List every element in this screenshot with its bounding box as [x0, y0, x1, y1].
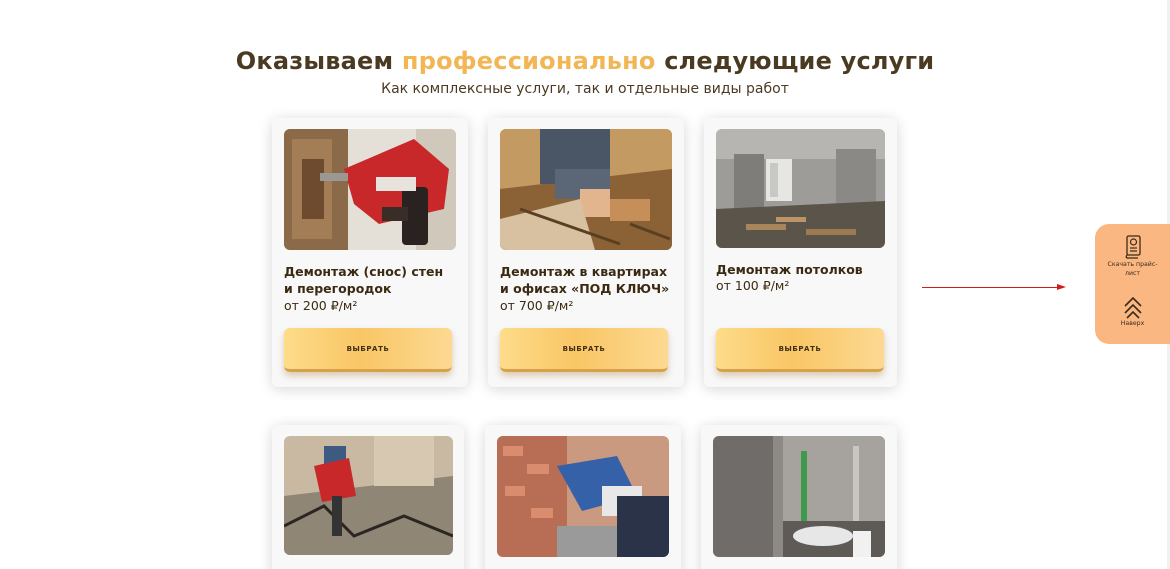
service-price: от 200 ₽/м² [284, 298, 358, 313]
service-card: Демонтаж в квартирах и офисах «ПОД КЛЮЧ»… [488, 118, 684, 387]
service-price: от 700 ₽/м² [500, 298, 574, 313]
scroll-to-top-button[interactable]: Наверх [1095, 295, 1170, 328]
section-subheading: Как комплексные услуги, так и отдельные … [381, 81, 789, 97]
select-button[interactable]: ВЫБРАТЬ [716, 328, 884, 372]
service-title-line1: Демонтаж в квартирах [500, 264, 668, 279]
service-photo-brick-drilling [497, 436, 669, 557]
service-photo-bathroom-demolition [713, 436, 885, 557]
heading-text-end: следующие услуги [664, 47, 935, 75]
heading-accent: профессионально [401, 47, 656, 75]
section-heading: Оказываем профессионально следующие услу… [0, 47, 1170, 75]
heading-text-start: Оказываем [235, 47, 394, 75]
service-card [701, 425, 897, 569]
service-title: Демонтаж в квартирах и офисах «ПОД КЛЮЧ» [500, 263, 678, 297]
scroll-to-top-label: Наверх [1120, 320, 1145, 327]
service-photo-turnkey-demolition [500, 129, 672, 250]
service-card [272, 425, 464, 569]
pointer-arrow-head [1057, 284, 1066, 290]
download-price-list-button[interactable]: Скачать прайс-лист [1095, 234, 1170, 278]
service-title-line1: Демонтаж потолков [716, 262, 863, 277]
select-button[interactable]: ВЫБРАТЬ [500, 328, 668, 372]
service-card [485, 425, 681, 569]
pointer-arrow-line [922, 287, 1060, 288]
service-photo-wall-demolition [284, 129, 456, 250]
service-card: Демонтаж потолков от 100 ₽/м² ВЫБРАТЬ [704, 118, 897, 387]
service-photo-floor-breaking [284, 436, 453, 555]
download-price-list-label: Скачать прайс-лист [1107, 261, 1158, 277]
service-title-line1: Демонтаж (снос) стен [284, 264, 444, 279]
double-chevron-up-icon [1123, 296, 1142, 319]
document-download-icon [1125, 235, 1141, 259]
service-title: Демонтаж потолков [716, 261, 891, 278]
service-title-line2: и офисах «ПОД КЛЮЧ» [500, 281, 670, 296]
service-title-line2: и перегородок [284, 281, 392, 296]
side-widget: Скачать прайс-лист Наверх [1095, 224, 1170, 344]
service-price: от 100 ₽/м² [716, 278, 790, 293]
service-photo-ceiling-demolition [716, 129, 885, 248]
service-title: Демонтаж (снос) стен и перегородок [284, 263, 462, 297]
select-button[interactable]: ВЫБРАТЬ [284, 328, 452, 372]
service-card: Демонтаж (снос) стен и перегородок от 20… [272, 118, 468, 387]
